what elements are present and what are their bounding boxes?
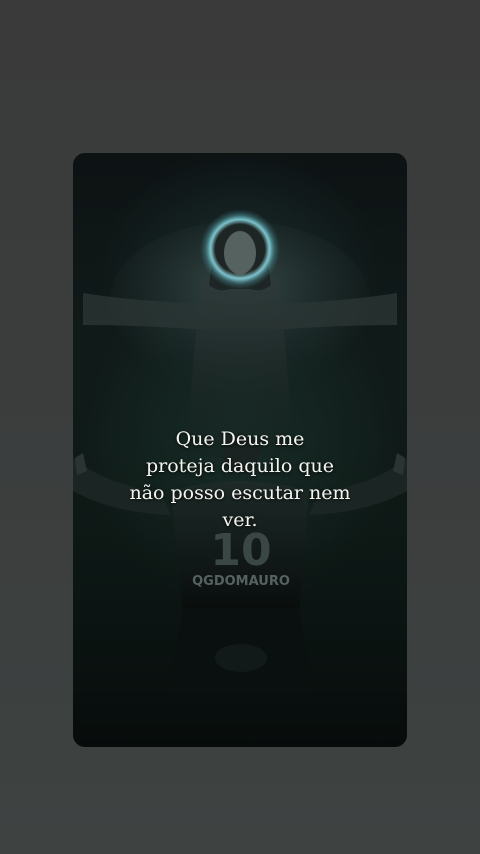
story-caption: Que Deus me proteja daquilo que não poss… <box>103 426 377 534</box>
jersey-name: QGDOMAURO <box>192 574 290 589</box>
christ-figure <box>83 209 397 459</box>
caption-line: proteja daquilo que <box>146 455 334 477</box>
caption-line: não posso escutar nem <box>129 482 351 504</box>
caption-line: Que Deus me <box>175 428 305 450</box>
caption-line: ver. <box>222 509 258 531</box>
story-image-card: 10 QGDOMAURO Que Deus me proteja daquilo… <box>73 153 407 747</box>
